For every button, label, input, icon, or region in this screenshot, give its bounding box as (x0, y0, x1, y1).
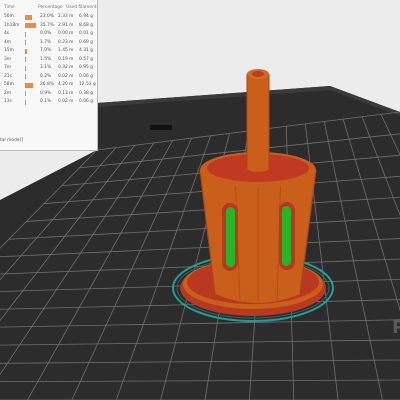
row-time: 4m (4, 39, 12, 45)
row-length: 1.45 m (58, 48, 74, 53)
header-used-filament: Used filament (66, 5, 97, 10)
row-weight: 6.94 g (79, 14, 93, 19)
row-percentage: 26.8% (40, 82, 54, 87)
legend-row: 50m 23.0% 2.33 m 6.94 g (0, 14, 97, 21)
row-percentage-bar (25, 65, 26, 71)
row-length: 0.23 m (58, 39, 74, 45)
row-length: 2.91 m (58, 22, 74, 28)
row-length: 4.20 m (58, 82, 74, 87)
model-spout (246, 69, 270, 172)
row-weight: 8.68 g (79, 22, 93, 28)
row-percentage-bar (25, 57, 26, 62)
row-percentage-bar (25, 23, 36, 28)
row-percentage: 23.0% (40, 14, 54, 19)
row-percentage-bar (25, 31, 26, 37)
row-weight: 0.38 g (79, 90, 93, 96)
row-length: 2.33 m (58, 14, 74, 19)
row-percentage: 0.2% (40, 73, 52, 79)
row-percentage-bar (25, 14, 32, 20)
row-percentage: 1.7% (40, 39, 52, 45)
row-percentage: 7.0% (40, 48, 52, 53)
row-percentage: 0.9% (40, 90, 52, 96)
row-percentage-bar (25, 82, 34, 88)
row-weight: 0.06 g (79, 99, 93, 104)
row-percentage-bar (25, 40, 26, 45)
legend-header: Time Percentage Used filament (0, 5, 97, 12)
row-time: 13s (4, 99, 12, 104)
legend-row: 1h18m 35.7% 2.91 m 8.68 g (0, 23, 97, 30)
row-weight: 0.01 g (79, 31, 93, 36)
row-weight: 0.06 g (79, 73, 93, 79)
legend-row: 58m 26.8% 4.20 m 12.53 g (0, 82, 97, 89)
row-time: 2m (4, 90, 12, 96)
legend-row: 21s 0.2% 0.02 m 0.06 g (0, 74, 97, 81)
row-time: 3m (4, 56, 12, 62)
row-percentage: 0.1% (40, 99, 52, 104)
row-weight: 0.69 g (79, 39, 93, 45)
row-time: 4s (4, 31, 10, 36)
model-body (199, 169, 317, 304)
row-length: 0.19 m (58, 56, 74, 62)
row-weight: 12.53 g (79, 82, 96, 87)
row-percentage-bar (25, 91, 26, 96)
row-time: 1h18m (4, 22, 20, 28)
row-percentage-bar (25, 99, 26, 105)
row-percentage-bar (25, 74, 26, 79)
legend-row: 4m 1.7% 0.23 m 0.69 g (0, 40, 97, 47)
row-percentage: 3.1% (40, 65, 52, 70)
row-percentage: 1.5% (40, 56, 52, 62)
row-time: 7m (4, 65, 12, 70)
row-weight: 0.57 g (79, 56, 93, 62)
legend-footer: tal mode)] (0, 138, 23, 143)
row-weight: 0.95 g (79, 65, 93, 70)
row-percentage: 0.0% (40, 31, 52, 36)
row-percentage: 35.7% (40, 22, 54, 28)
legend-panel: Time Percentage Used filament 50m 23.0% 2.… (0, 0, 98, 151)
row-length: 0.32 m (58, 65, 74, 70)
legend-row: 2m 0.9% 0.13 m 0.38 g (0, 91, 97, 98)
row-length: 0.13 m (58, 90, 74, 96)
row-time: 21s (4, 73, 12, 79)
row-time: 15m (4, 48, 14, 53)
row-length: 0.02 m (58, 99, 74, 104)
bed-label: P (392, 317, 400, 338)
legend-row: 15m 7.0% 1.45 m 4.31 g (0, 48, 97, 55)
legend-row: 13s 0.1% 0.02 m 0.06 g (0, 99, 97, 106)
legend-row: 3m 1.5% 0.19 m 0.57 g (0, 57, 97, 64)
row-percentage-bar (25, 48, 28, 54)
header-time: Time (4, 5, 15, 10)
row-length: 0.00 m (58, 31, 74, 36)
legend-row: 4s 0.0% 0.00 m 0.01 g (0, 31, 97, 38)
header-percentage: Percentage (38, 5, 63, 10)
row-weight: 4.31 g (79, 48, 93, 53)
legend-row: 7m 3.1% 0.32 m 0.95 g (0, 65, 97, 72)
row-length: 0.02 m (58, 73, 74, 79)
row-time: 58m (4, 82, 14, 87)
row-time: 50m (4, 14, 14, 19)
